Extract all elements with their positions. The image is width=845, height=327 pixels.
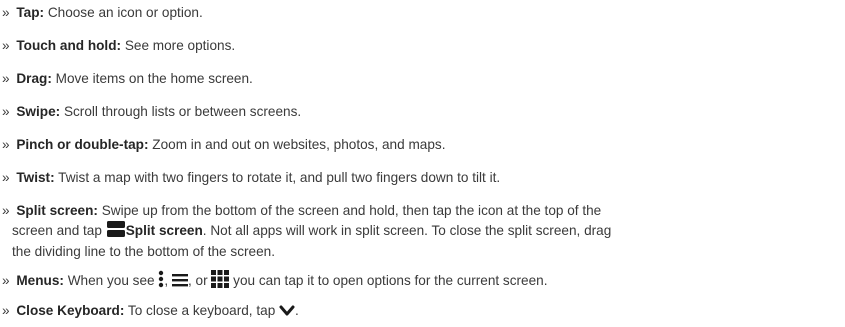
desc-pinch: Zoom in and out on websites, photos, and… bbox=[152, 137, 446, 152]
hamburger-menu-icon bbox=[171, 272, 188, 293]
split-screen-icon bbox=[106, 220, 126, 243]
end-period: . bbox=[295, 303, 299, 318]
split-screen-line-3: the dividing line to the bottom of the s… bbox=[2, 243, 611, 261]
term-twist: Twist: bbox=[16, 170, 55, 185]
desc-touch-and-hold: See more options. bbox=[124, 38, 236, 53]
split-screen-line-2: screen and tap Split screen. Not all app… bbox=[2, 220, 611, 243]
term-touch-and-hold: Touch and hold: bbox=[16, 38, 122, 53]
desc-split-screen-2b: . Not all apps will work in split screen… bbox=[202, 223, 612, 238]
term-menus: Menus: bbox=[16, 273, 64, 288]
bullet: » bbox=[2, 71, 10, 86]
list-item-swipe: » Swipe: Scroll through lists or between… bbox=[2, 103, 301, 121]
term-swipe: Swipe: bbox=[16, 104, 61, 119]
apps-grid-icon bbox=[211, 270, 230, 293]
desc-menus-a: When you see bbox=[67, 273, 155, 288]
split-screen-inline-label: Split screen bbox=[125, 223, 203, 238]
desc-tap: Choose an icon or option. bbox=[47, 5, 203, 20]
list-item-touch-and-hold: » Touch and hold: See more options. bbox=[2, 37, 235, 55]
bullet: » bbox=[2, 137, 10, 152]
desc-twist: Twist a map with two fingers to rotate i… bbox=[58, 170, 501, 185]
desc-split-screen-1: Swipe up from the bottom of the screen a… bbox=[101, 203, 602, 218]
desc-swipe: Scroll through lists or between screens. bbox=[63, 104, 302, 119]
term-close-keyboard: Close Keyboard: bbox=[16, 303, 125, 318]
term-split-screen: Split screen: bbox=[16, 203, 98, 218]
list-item-twist: » Twist: Twist a map with two fingers to… bbox=[2, 169, 500, 187]
term-pinch: Pinch or double-tap: bbox=[16, 137, 149, 152]
desc-split-screen-2a: screen and tap bbox=[12, 223, 102, 238]
list-item-tap: » Tap: Choose an icon or option. bbox=[2, 4, 203, 22]
term-tap: Tap: bbox=[16, 5, 45, 20]
list-item-menus: » Menus: When you see , , or you can tap… bbox=[2, 270, 548, 293]
bullet: » bbox=[2, 203, 10, 218]
sep-2: , or bbox=[187, 273, 208, 288]
sep-1: , bbox=[164, 273, 169, 288]
desc-menus-b: you can tap it to open options for the c… bbox=[233, 273, 548, 288]
bullet: » bbox=[2, 170, 10, 185]
bullet: » bbox=[2, 104, 10, 119]
desc-split-screen-3: the dividing line to the bottom of the s… bbox=[12, 244, 275, 259]
split-screen-line-1: » Split screen: Swipe up from the bottom… bbox=[2, 202, 611, 220]
term-drag: Drag: bbox=[16, 71, 52, 86]
chevron-down-icon bbox=[279, 304, 295, 323]
bullet: » bbox=[2, 5, 10, 20]
desc-close-keyboard: To close a keyboard, tap bbox=[127, 303, 276, 318]
list-item-close-keyboard: » Close Keyboard: To close a keyboard, t… bbox=[2, 302, 299, 323]
bullet: » bbox=[2, 303, 10, 318]
bullet: » bbox=[2, 273, 10, 288]
list-item-split-screen: » Split screen: Swipe up from the bottom… bbox=[2, 202, 611, 261]
bullet: » bbox=[2, 38, 10, 53]
list-item-drag: » Drag: Move items on the home screen. bbox=[2, 70, 253, 88]
desc-drag: Move items on the home screen. bbox=[55, 71, 253, 86]
list-item-pinch: » Pinch or double-tap: Zoom in and out o… bbox=[2, 136, 445, 154]
